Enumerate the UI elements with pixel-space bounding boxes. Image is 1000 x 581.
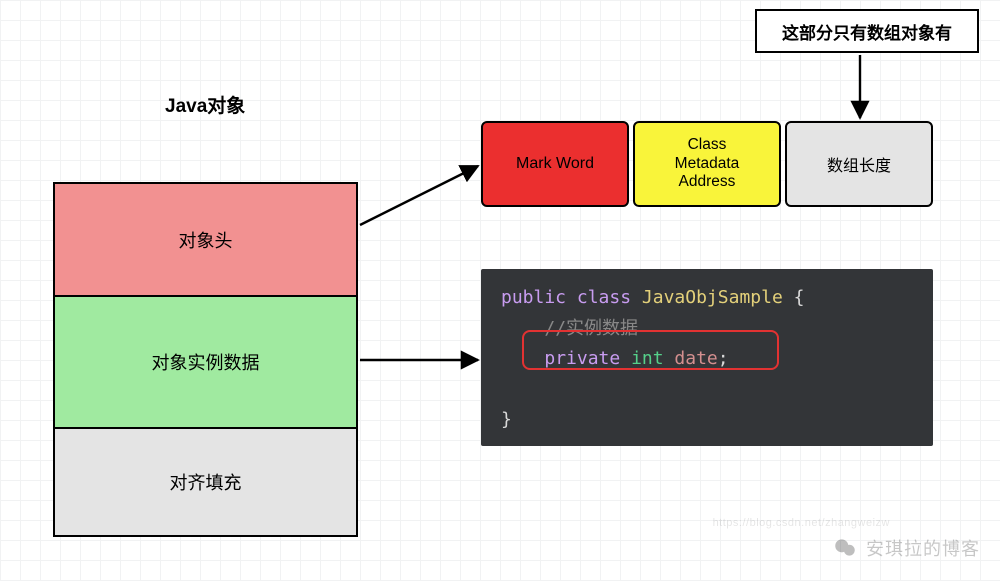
watermark: 安琪拉的博客: [832, 535, 980, 561]
arrow-header-to-markword: [360, 166, 478, 225]
code-panel: public class JavaObjSample { //实例数据 priv…: [481, 269, 933, 446]
block-mark-word: Mark Word: [481, 121, 629, 207]
code-line-2: //实例数据: [501, 314, 913, 345]
array-only-callout: 这部分只有数组对象有: [755, 9, 979, 53]
segment-object-header: 对象头: [55, 184, 356, 297]
code-line-4: [501, 375, 913, 406]
code-line-3: private int date;: [501, 344, 913, 375]
segment-padding: 对齐填充: [55, 429, 356, 535]
code-line-1: public class JavaObjSample {: [501, 283, 913, 314]
segment-instance-data: 对象实例数据: [55, 297, 356, 429]
watermark-text: 安琪拉的博客: [866, 535, 980, 561]
code-line-5: }: [501, 405, 913, 436]
watermark-url: https://blog.csdn.net/zhangweizw: [713, 517, 890, 529]
java-object-layout-column: 对象头 对象实例数据 对齐填充: [53, 182, 358, 537]
diagram-title: Java对象: [165, 91, 245, 118]
wechat-icon: [832, 535, 858, 561]
block-array-length: 数组长度: [785, 121, 933, 207]
block-class-metadata-address: ClassMetadataAddress: [633, 121, 781, 207]
